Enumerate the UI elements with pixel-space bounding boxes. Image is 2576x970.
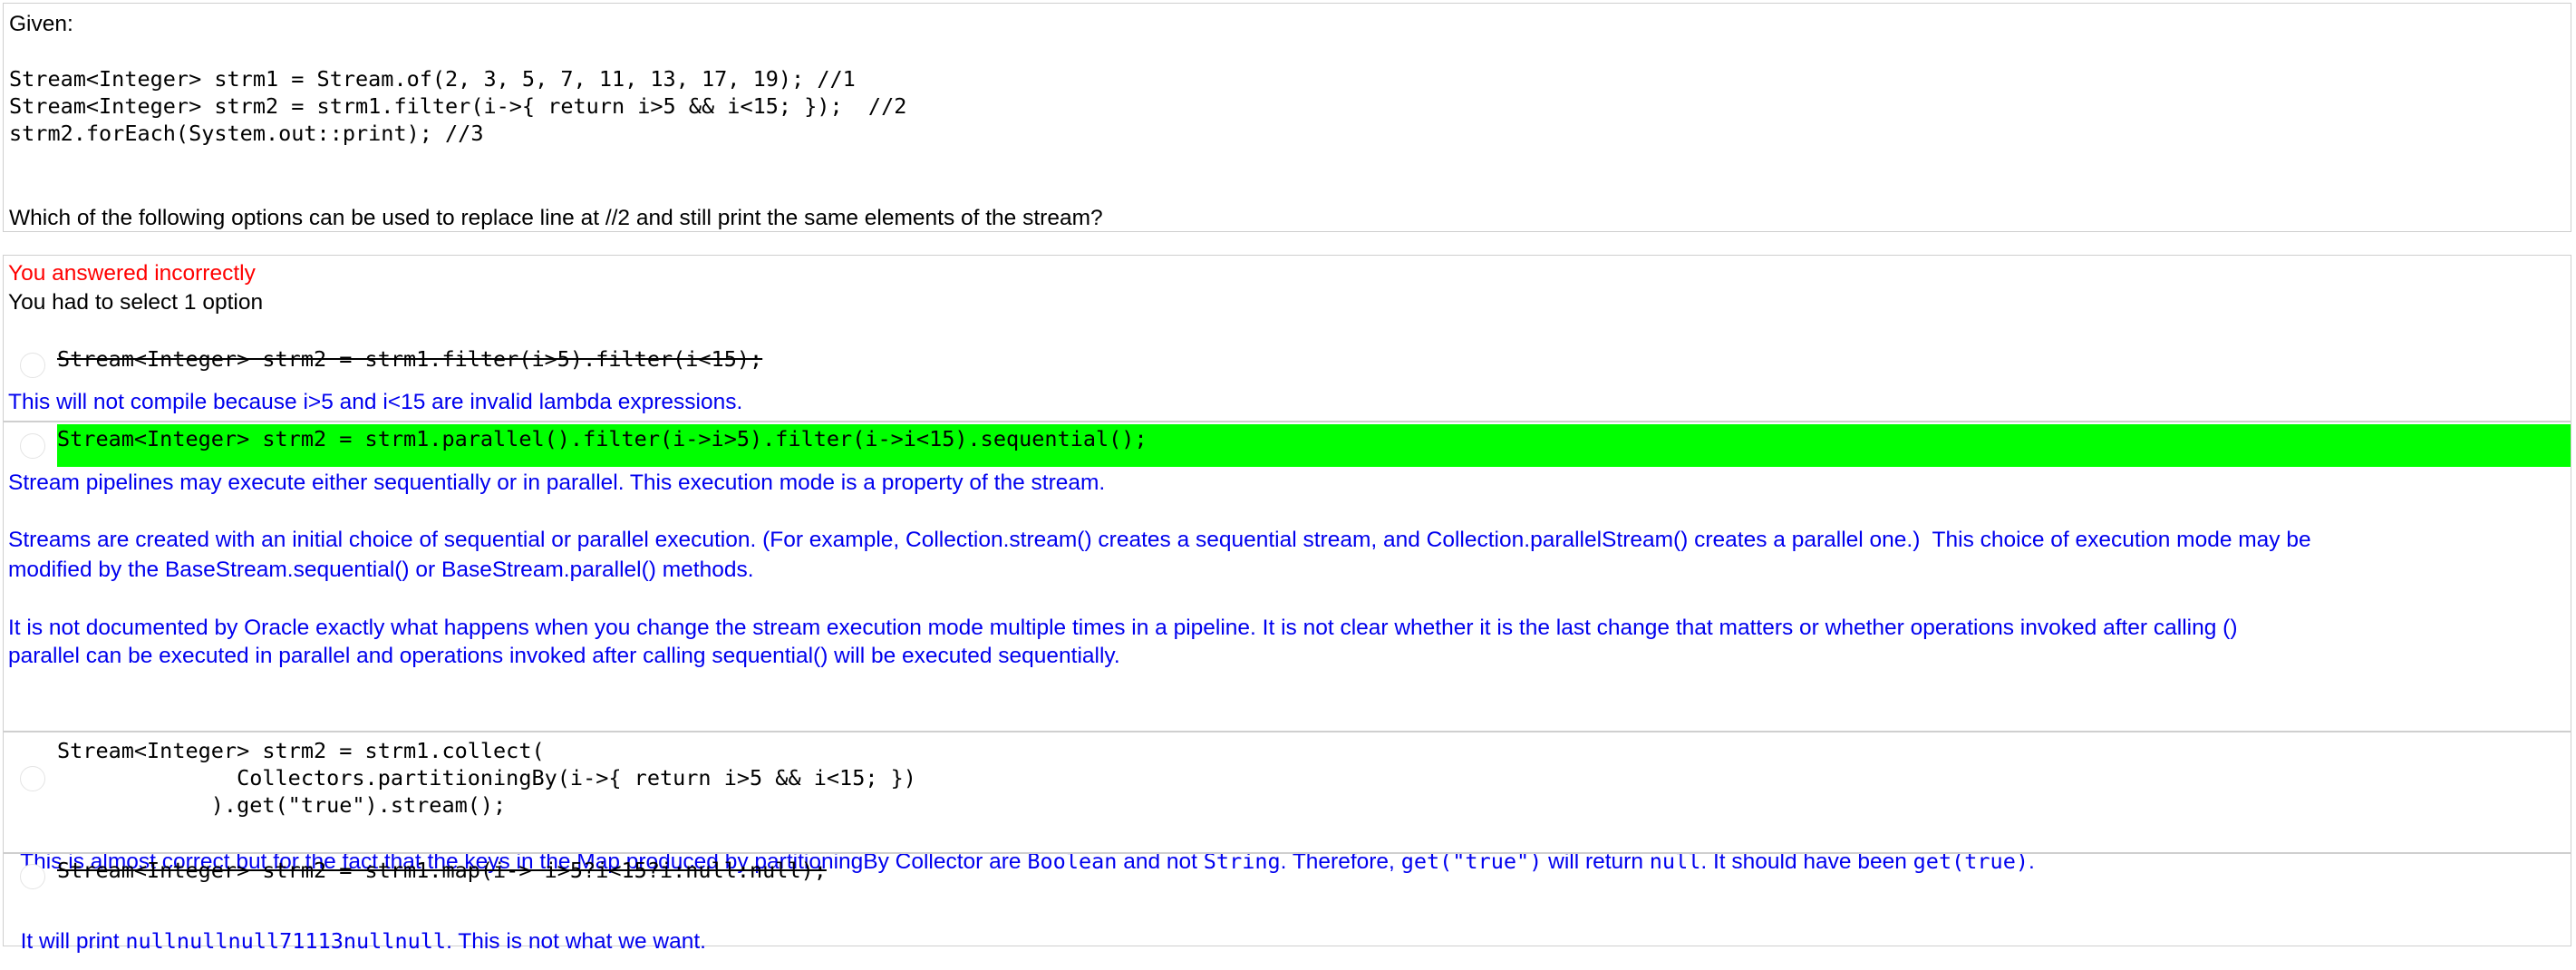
result-instruction: You had to select 1 option bbox=[8, 290, 264, 315]
question-code-line: Stream<Integer> strm2 = strm1.filter(i->… bbox=[9, 93, 907, 119]
option-3-radio[interactable] bbox=[20, 766, 45, 791]
option-3-code[interactable]: Collectors.partitioningBy(i->{ return i>… bbox=[57, 764, 916, 791]
option-2-explanation: parallel can be executed in parallel and… bbox=[8, 644, 1120, 668]
option-1-explanation: This will not compile because i>5 and i<… bbox=[8, 390, 743, 414]
option-4-radio[interactable] bbox=[20, 864, 45, 889]
option-divider bbox=[3, 731, 2571, 732]
option-4-explanation: It will print nullnullnull71113nullnull.… bbox=[20, 928, 706, 954]
option-3-code[interactable]: Stream<Integer> strm2 = strm1.collect( bbox=[57, 737, 545, 764]
question-prompt: Which of the following options can be us… bbox=[9, 206, 1103, 230]
option-3-code[interactable]: ).get("true").stream(); bbox=[57, 791, 506, 819]
option-1-radio[interactable] bbox=[20, 353, 45, 378]
option-2-radio[interactable] bbox=[20, 433, 45, 459]
question-code-line: Stream<Integer> strm1 = Stream.of(2, 3, … bbox=[9, 66, 856, 92]
option-2-explanation: Streams are created with an initial choi… bbox=[8, 528, 2311, 552]
question-panel: Given: Stream<Integer> strm1 = Stream.of… bbox=[3, 3, 2571, 232]
option-2-explanation: It is not documented by Oracle exactly w… bbox=[8, 616, 2238, 640]
option-divider bbox=[3, 421, 2571, 422]
given-label: Given: bbox=[9, 12, 73, 36]
option-divider bbox=[3, 852, 2571, 854]
result-status: You answered incorrectly bbox=[8, 261, 256, 286]
option-2-explanation: modified by the BaseStream.sequential() … bbox=[8, 558, 754, 582]
option-2-code[interactable]: Stream<Integer> strm2 = strm1.parallel()… bbox=[57, 425, 1148, 452]
option-2-explanation: Stream pipelines may execute either sequ… bbox=[8, 470, 1106, 495]
option-1-code[interactable]: Stream<Integer> strm2 = strm1.filter(i>5… bbox=[57, 345, 762, 373]
option-4-code[interactable]: Stream<Integer> strm2 = strm1.map(i-> i>… bbox=[57, 857, 827, 884]
question-code-line: strm2.forEach(System.out::print); //3 bbox=[9, 121, 484, 146]
